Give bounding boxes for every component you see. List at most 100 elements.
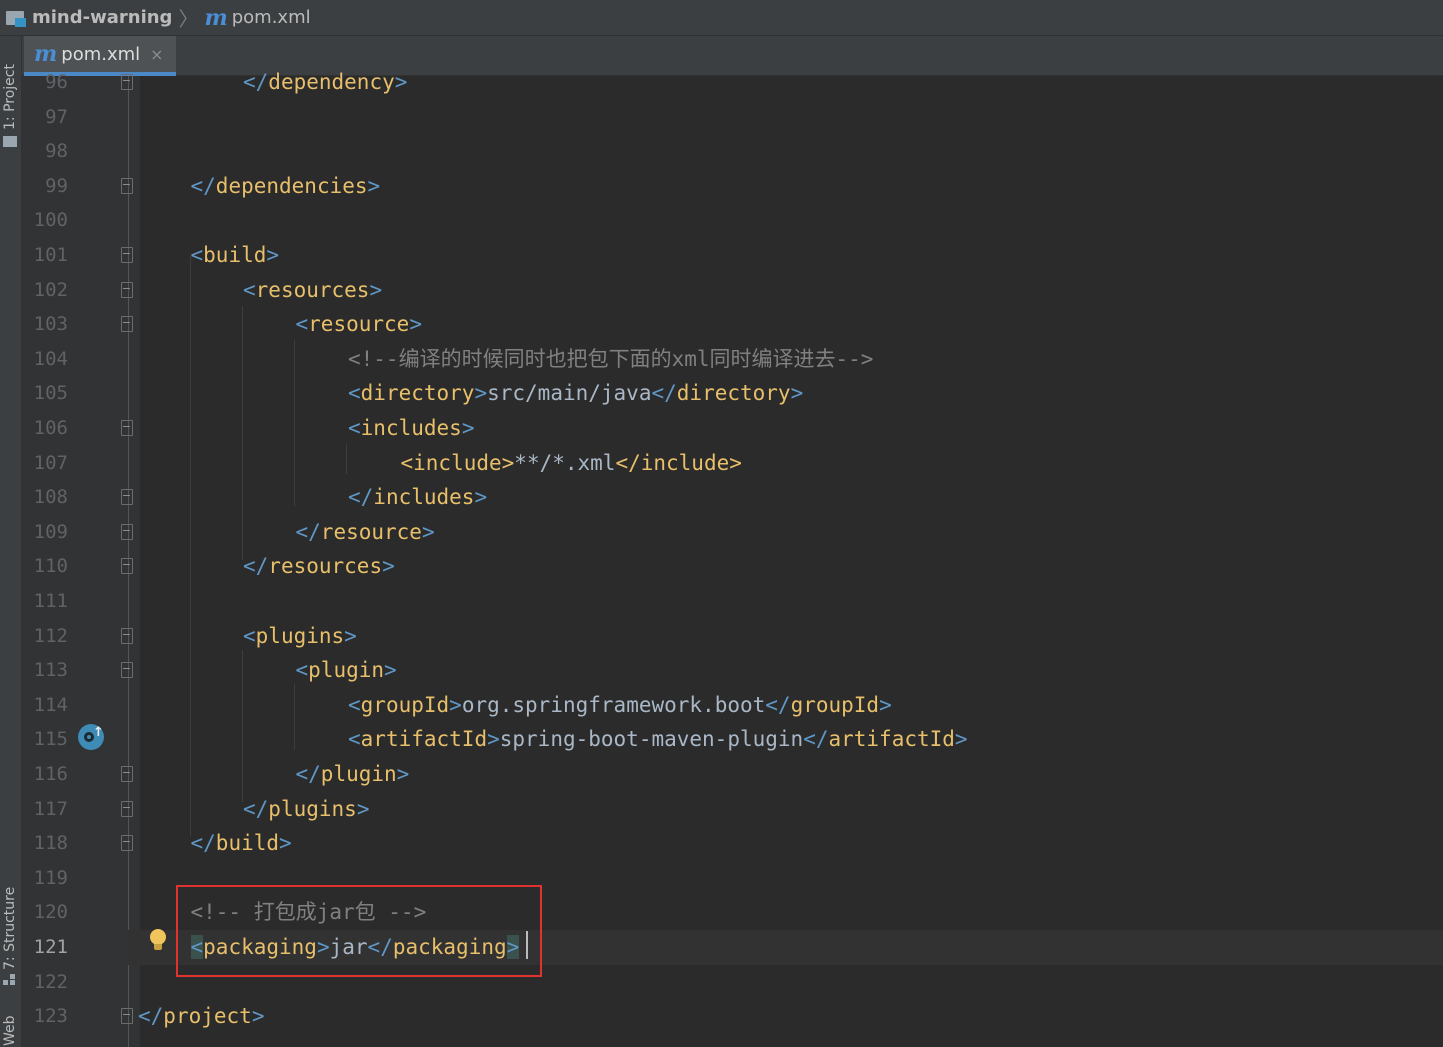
breadcrumb-project[interactable]: mind-warning: [32, 7, 172, 28]
line-number[interactable]: 103: [22, 307, 68, 341]
code-line[interactable]: [0, 792, 1443, 827]
fold-expanded-icon[interactable]: [121, 247, 133, 263]
code-text[interactable]: </dependency>: [243, 65, 407, 99]
line-number[interactable]: 121: [22, 930, 68, 964]
code-line[interactable]: [0, 307, 1443, 342]
fold-end-icon[interactable]: [121, 800, 133, 817]
code-text[interactable]: <directory>src/main/java</directory>: [348, 376, 803, 410]
line-number[interactable]: 105: [22, 376, 68, 410]
code-line[interactable]: [0, 273, 1443, 308]
fold-end-icon[interactable]: [121, 523, 133, 540]
code-text[interactable]: </dependencies>: [191, 169, 381, 203]
code-token: >: [367, 173, 381, 198]
fold-end-icon[interactable]: [121, 74, 133, 90]
code-token: </: [765, 692, 791, 717]
line-number[interactable]: 108: [22, 480, 68, 514]
code-text[interactable]: <build>: [191, 238, 280, 272]
code-text[interactable]: </project>: [138, 999, 264, 1033]
fold-end-icon[interactable]: [121, 177, 133, 194]
line-number[interactable]: 110: [22, 549, 68, 583]
code-line[interactable]: [0, 100, 1443, 135]
code-text[interactable]: <resources>: [243, 273, 382, 307]
run-gutter-icon[interactable]: ↑: [78, 724, 104, 750]
code-text[interactable]: </plugin>: [296, 757, 410, 791]
code-token: >: [421, 519, 435, 544]
breadcrumb-file[interactable]: pom.xml: [232, 7, 311, 28]
line-number[interactable]: 120: [22, 895, 68, 929]
fold-expanded-icon[interactable]: [121, 627, 133, 644]
code-token: <include>: [400, 450, 515, 475]
code-token: <: [348, 727, 361, 752]
lightbulb-icon[interactable]: [148, 929, 168, 953]
line-number[interactable]: 123: [22, 999, 68, 1033]
code-text[interactable]: <artifactId>spring-boot-maven-plugin</ar…: [348, 722, 968, 756]
line-number[interactable]: 109: [22, 515, 68, 549]
fold-end-icon[interactable]: [121, 835, 133, 852]
code-text[interactable]: </resources>: [243, 549, 395, 583]
code-line[interactable]: [0, 757, 1443, 792]
code-line[interactable]: [0, 203, 1443, 238]
line-number[interactable]: 118: [22, 826, 68, 860]
line-number[interactable]: 97: [22, 100, 68, 134]
line-number[interactable]: 122: [22, 965, 68, 999]
line-number[interactable]: 116: [22, 757, 68, 791]
code-token: >: [384, 658, 397, 683]
line-number[interactable]: 106: [22, 411, 68, 445]
line-number[interactable]: 117: [22, 792, 68, 826]
code-line[interactable]: [0, 584, 1443, 619]
code-token: >: [251, 1004, 265, 1029]
line-number[interactable]: 99: [22, 169, 68, 203]
indent-guide: [346, 444, 347, 474]
code-text[interactable]: </includes>: [348, 480, 487, 514]
code-token: >: [461, 416, 475, 440]
code-line[interactable]: [0, 653, 1443, 688]
code-text[interactable]: <resource>: [296, 307, 422, 341]
code-line[interactable]: [0, 619, 1443, 654]
code-line[interactable]: [0, 480, 1443, 515]
line-number[interactable]: 119: [22, 861, 68, 895]
fold-end-icon[interactable]: [121, 1008, 133, 1025]
fold-end-icon[interactable]: [121, 558, 133, 575]
code-line[interactable]: [0, 549, 1443, 584]
code-text[interactable]: <!--编译的时候同时也把包下面的xml同时编译进去-->: [348, 342, 873, 376]
code-text[interactable]: <plugins>: [243, 619, 357, 653]
code-text[interactable]: <include>**/*.xml</include>: [401, 446, 742, 480]
code-text[interactable]: <plugin>: [296, 653, 397, 687]
line-number[interactable]: 115: [22, 722, 68, 756]
line-number[interactable]: 100: [22, 203, 68, 237]
close-icon[interactable]: ×: [150, 45, 163, 64]
fold-end-icon[interactable]: [121, 489, 133, 506]
code-line[interactable]: [0, 515, 1443, 550]
line-number[interactable]: 102: [22, 273, 68, 307]
code-token: plugin: [320, 762, 397, 786]
code-text[interactable]: </plugins>: [243, 792, 369, 826]
line-number[interactable]: 113: [22, 653, 68, 687]
code-token: >: [344, 623, 357, 648]
line-number[interactable]: 114: [22, 688, 68, 722]
code-line[interactable]: [0, 65, 1443, 100]
line-number[interactable]: 101: [22, 238, 68, 272]
line-number[interactable]: 98: [22, 134, 68, 168]
code-token: >: [487, 727, 500, 752]
code-text[interactable]: <includes>: [348, 411, 474, 445]
code-line[interactable]: [0, 134, 1443, 169]
code-text[interactable]: </resource>: [296, 515, 435, 549]
line-number[interactable]: 111: [22, 584, 68, 618]
fold-expanded-icon[interactable]: [121, 420, 133, 436]
fold-expanded-icon[interactable]: [121, 662, 133, 679]
code-line[interactable]: [0, 411, 1443, 446]
code-text[interactable]: </build>: [191, 826, 292, 860]
line-number[interactable]: 112: [22, 619, 68, 653]
indent-guide: [294, 684, 295, 750]
fold-end-icon[interactable]: [121, 766, 133, 782]
line-number[interactable]: 96: [22, 65, 68, 99]
fold-expanded-icon[interactable]: [121, 316, 133, 333]
code-token: >: [879, 692, 892, 717]
code-token: resources: [255, 277, 370, 302]
code-token: <: [348, 692, 361, 717]
code-text[interactable]: <groupId>org.springframework.boot</group…: [348, 688, 892, 722]
code-token: >: [382, 554, 395, 579]
line-number[interactable]: 107: [22, 446, 68, 480]
fold-expanded-icon[interactable]: [121, 281, 133, 298]
line-number[interactable]: 104: [22, 342, 68, 376]
